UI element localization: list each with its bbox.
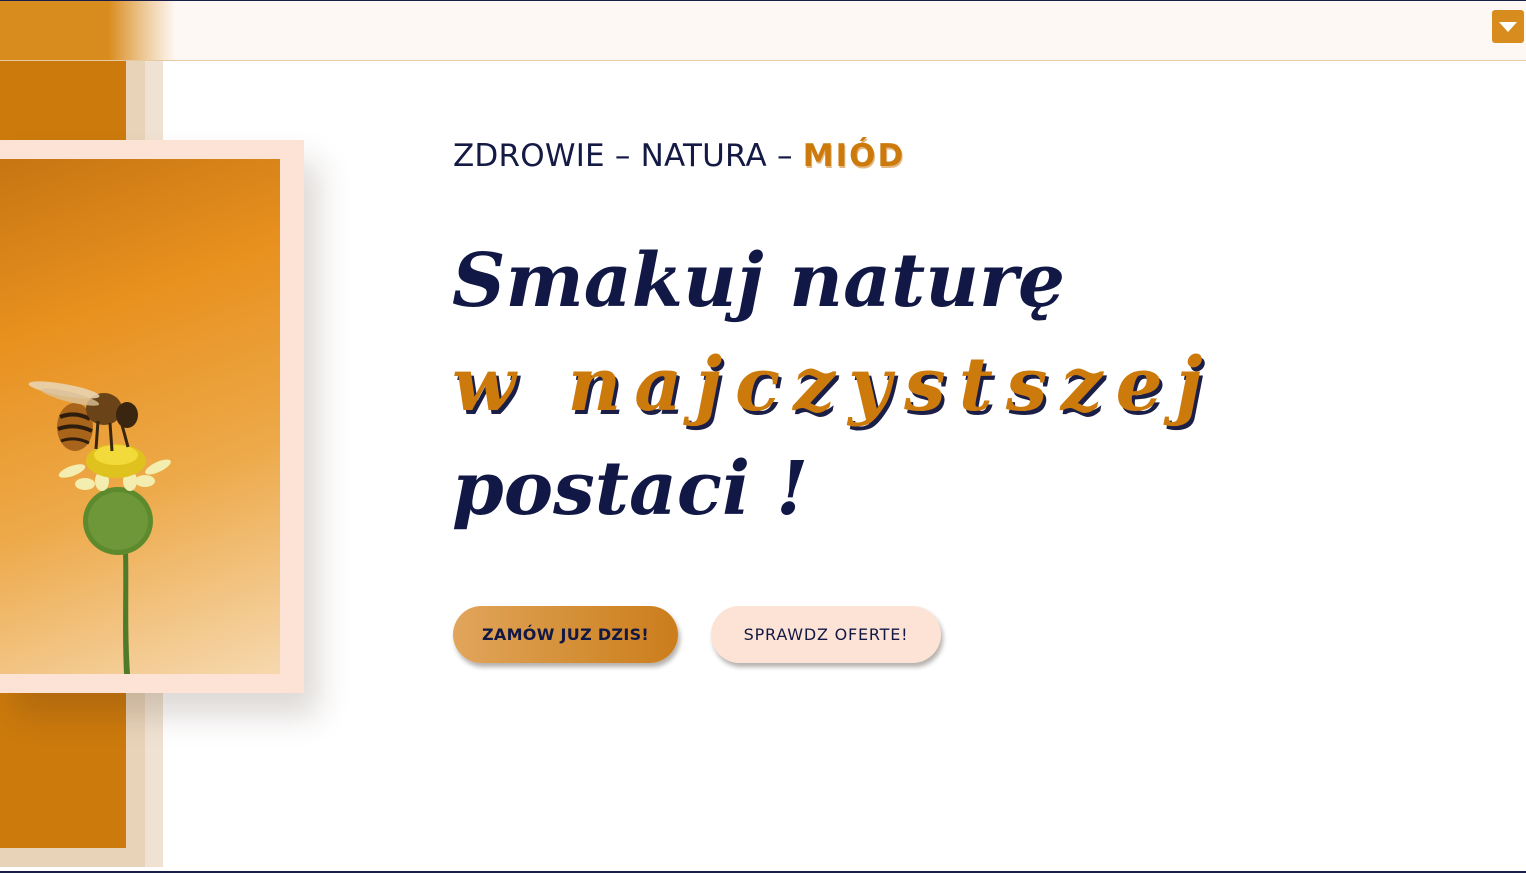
check-offer-button[interactable]: SPRAWDZ OFERTE! <box>711 606 941 663</box>
brand-logo-blob <box>0 1 175 60</box>
hero-photo <box>0 159 280 674</box>
tagline-accent: MIÓD <box>802 138 906 174</box>
menu-toggle-button[interactable] <box>1492 10 1524 43</box>
hero-photo-frame <box>0 140 304 693</box>
headline-line-1: Smakuj naturę <box>452 238 1066 324</box>
top-bar <box>0 1 1526 61</box>
bee-on-flower-illustration <box>28 381 171 674</box>
hero-headline: Smakuj naturę w najczystszej postaci ! <box>452 229 1215 541</box>
order-now-button[interactable]: ZAMÓW JUZ DZIS! <box>453 606 678 663</box>
headline-line-2: w najczystszej <box>452 342 1216 428</box>
tagline-text: ZDROWIE – NATURA – <box>453 138 803 174</box>
headline-line-3: postaci ! <box>452 446 809 532</box>
hero-tagline: ZDROWIE – NATURA – MIÓD <box>453 138 905 174</box>
page: ZDROWIE – NATURA – MIÓD Smakuj naturę w … <box>0 0 1526 873</box>
caret-down-icon <box>1499 22 1517 32</box>
